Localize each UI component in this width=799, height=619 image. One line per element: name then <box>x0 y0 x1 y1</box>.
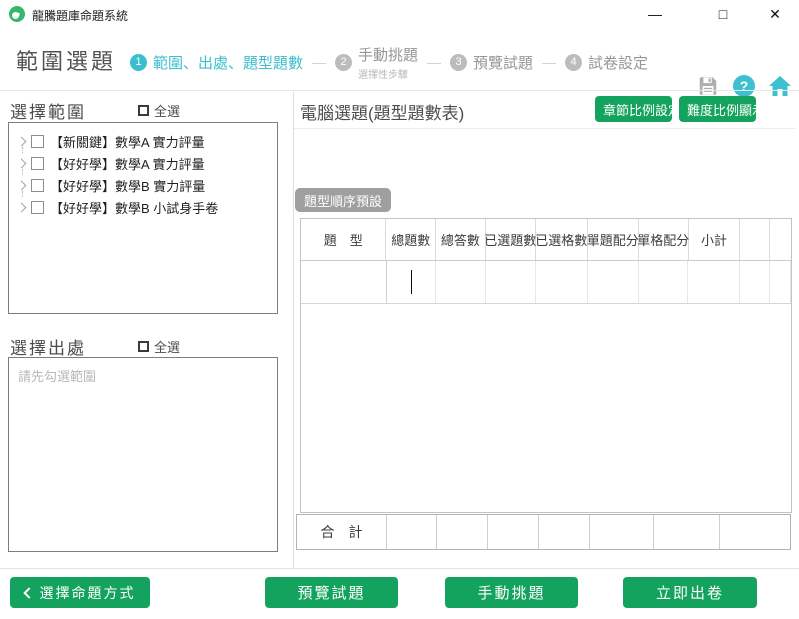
range-section-title: 選擇範圍 <box>10 98 86 123</box>
step-separator: — <box>542 54 556 70</box>
close-button[interactable]: ✕ <box>760 3 790 25</box>
table-body-row <box>301 261 791 304</box>
step-1-label: 範圍、出處、題型題數 <box>153 52 303 73</box>
col-header-total-answers: 總答數 <box>436 219 486 260</box>
step-3-badge: 3 <box>450 54 467 71</box>
chevron-right-icon[interactable] <box>17 158 27 168</box>
save-icon[interactable] <box>696 74 720 98</box>
computer-pick-title: 電腦選題(題型題數表) <box>300 99 464 124</box>
step-4-paper-settings[interactable]: 4 試卷設定 <box>565 52 648 73</box>
bottom-divider <box>0 568 799 569</box>
cell-blank1 <box>740 261 770 303</box>
source-section-title: 選擇出處 <box>10 334 86 359</box>
header-divider <box>0 90 799 91</box>
preview-questions-button[interactable]: 預覽試題 <box>265 577 398 608</box>
cell-type[interactable] <box>301 261 387 303</box>
text-caret <box>411 270 413 294</box>
chevron-right-icon[interactable] <box>17 136 27 146</box>
back-to-method-button[interactable]: 選擇命題方式 <box>10 577 150 608</box>
step-2-sublabel: 選擇性步驟 <box>358 66 418 81</box>
home-icon[interactable] <box>768 74 792 98</box>
col-header-subtotal: 小計 <box>689 219 741 260</box>
total-cell <box>539 515 590 549</box>
step-2-badge: 2 <box>335 54 352 71</box>
type-order-default-button[interactable]: 題型順序預設 <box>295 188 391 212</box>
step-3-preview[interactable]: 3 預覽試題 <box>450 52 533 73</box>
cell-subtotal[interactable] <box>688 261 740 303</box>
tree-item-book3[interactable]: 【好好學】數學B 實力評量 <box>13 174 273 196</box>
cell-selected-cells[interactable] <box>536 261 588 303</box>
chevron-right-icon[interactable] <box>17 202 27 212</box>
step-4-badge: 4 <box>565 54 582 71</box>
cell-total-answers[interactable] <box>436 261 486 303</box>
cell-selected-questions[interactable] <box>486 261 536 303</box>
right-panel-divider <box>294 128 795 129</box>
tree-item-checkbox[interactable] <box>31 179 44 192</box>
difficulty-ratio-button[interactable]: 難度比例顯示 <box>679 96 756 122</box>
col-header-blank1 <box>740 219 770 260</box>
save-icon-svg <box>697 75 719 97</box>
total-cell <box>720 515 790 549</box>
cell-points-per-question[interactable] <box>588 261 639 303</box>
titlebar: 龍騰題庫命題系統 — □ ✕ <box>0 0 799 28</box>
step-separator: — <box>312 54 326 70</box>
total-row: 合 計 <box>296 514 791 550</box>
total-cell <box>437 515 488 549</box>
source-list-panel: 請先勾選範圍 <box>8 357 278 552</box>
range-tree: 【新關鍵】數學A 實力評量 【好好學】數學A 實力評量 【好好學】數學B 實力評… <box>9 123 277 225</box>
col-header-type: 題 型 <box>301 219 386 260</box>
cell-blank2 <box>770 261 791 303</box>
tree-item-book1[interactable]: 【新關鍵】數學A 實力評量 <box>13 130 273 152</box>
step-2-label: 手動挑題 <box>358 44 418 65</box>
step-1-range[interactable]: 1 範圍、出處、題型題數 <box>130 52 303 73</box>
table-header-row: 題 型 總題數 總答數 已選題數 已選格數 單題配分 單格配分 小計 <box>301 219 791 261</box>
range-tree-panel: 【新關鍵】數學A 實力評量 【好好學】數學A 實力評量 【好好學】數學B 實力評… <box>8 122 278 314</box>
chapter-ratio-button[interactable]: 章節比例設定 <box>595 96 672 122</box>
wizard-header: 範圍選題 1 範圍、出處、題型題數 — 2 手動挑題 選擇性步驟 — 3 預覽試… <box>0 30 799 90</box>
chevron-left-icon <box>23 587 34 598</box>
step-2-manual-pick[interactable]: 2 手動挑題 選擇性步驟 <box>335 44 418 81</box>
col-header-points-per-question: 單題配分 <box>588 219 639 260</box>
tree-item-checkbox[interactable] <box>31 201 44 214</box>
tree-item-checkbox[interactable] <box>31 157 44 170</box>
col-header-points-per-cell: 單格配分 <box>639 219 689 260</box>
minimize-button[interactable]: — <box>640 3 670 25</box>
col-header-total-questions: 總題數 <box>386 219 436 260</box>
cell-points-per-cell[interactable] <box>639 261 689 303</box>
generate-paper-button[interactable]: 立即出卷 <box>623 577 757 608</box>
cell-total-questions-input[interactable] <box>387 261 437 303</box>
total-cell <box>654 515 720 549</box>
help-icon[interactable]: ? <box>732 74 756 98</box>
total-cell <box>488 515 539 549</box>
step-separator: — <box>427 54 441 70</box>
step-4-label: 試卷設定 <box>588 52 648 73</box>
total-cell <box>590 515 654 549</box>
page-title: 範圍選題 <box>16 44 116 76</box>
total-label: 合 計 <box>297 515 387 549</box>
source-select-all-checkbox[interactable] <box>138 341 149 352</box>
home-icon-svg <box>768 75 792 97</box>
app-title: 龍騰題庫命題系統 <box>32 7 128 24</box>
question-type-table: 題 型 總題數 總答數 已選題數 已選格數 單題配分 單格配分 小計 <box>300 218 792 513</box>
step-1-badge: 1 <box>130 54 147 71</box>
range-select-all[interactable]: 全選 <box>138 101 180 120</box>
total-cell <box>387 515 437 549</box>
step-3-label: 預覽試題 <box>473 52 533 73</box>
tree-item-checkbox[interactable] <box>31 135 44 148</box>
col-header-selected-questions: 已選題數 <box>486 219 536 260</box>
panel-divider <box>293 92 294 568</box>
manual-pick-button[interactable]: 手動挑題 <box>445 577 578 608</box>
maximize-button[interactable]: □ <box>708 3 738 25</box>
chevron-right-icon[interactable] <box>17 180 27 190</box>
col-header-blank2 <box>770 219 791 260</box>
app-logo-icon <box>9 6 25 22</box>
source-placeholder: 請先勾選範圍 <box>9 358 277 393</box>
col-header-selected-cells: 已選格數 <box>536 219 588 260</box>
range-select-all-checkbox[interactable] <box>138 105 149 116</box>
step-indicator: 1 範圍、出處、題型題數 — 2 手動挑題 選擇性步驟 — 3 預覽試題 — 4… <box>130 40 648 84</box>
tree-item-book2[interactable]: 【好好學】數學A 實力評量 <box>13 152 273 174</box>
tree-item-book4[interactable]: 【好好學】數學B 小試身手卷 <box>13 196 273 218</box>
source-select-all[interactable]: 全選 <box>138 337 180 356</box>
